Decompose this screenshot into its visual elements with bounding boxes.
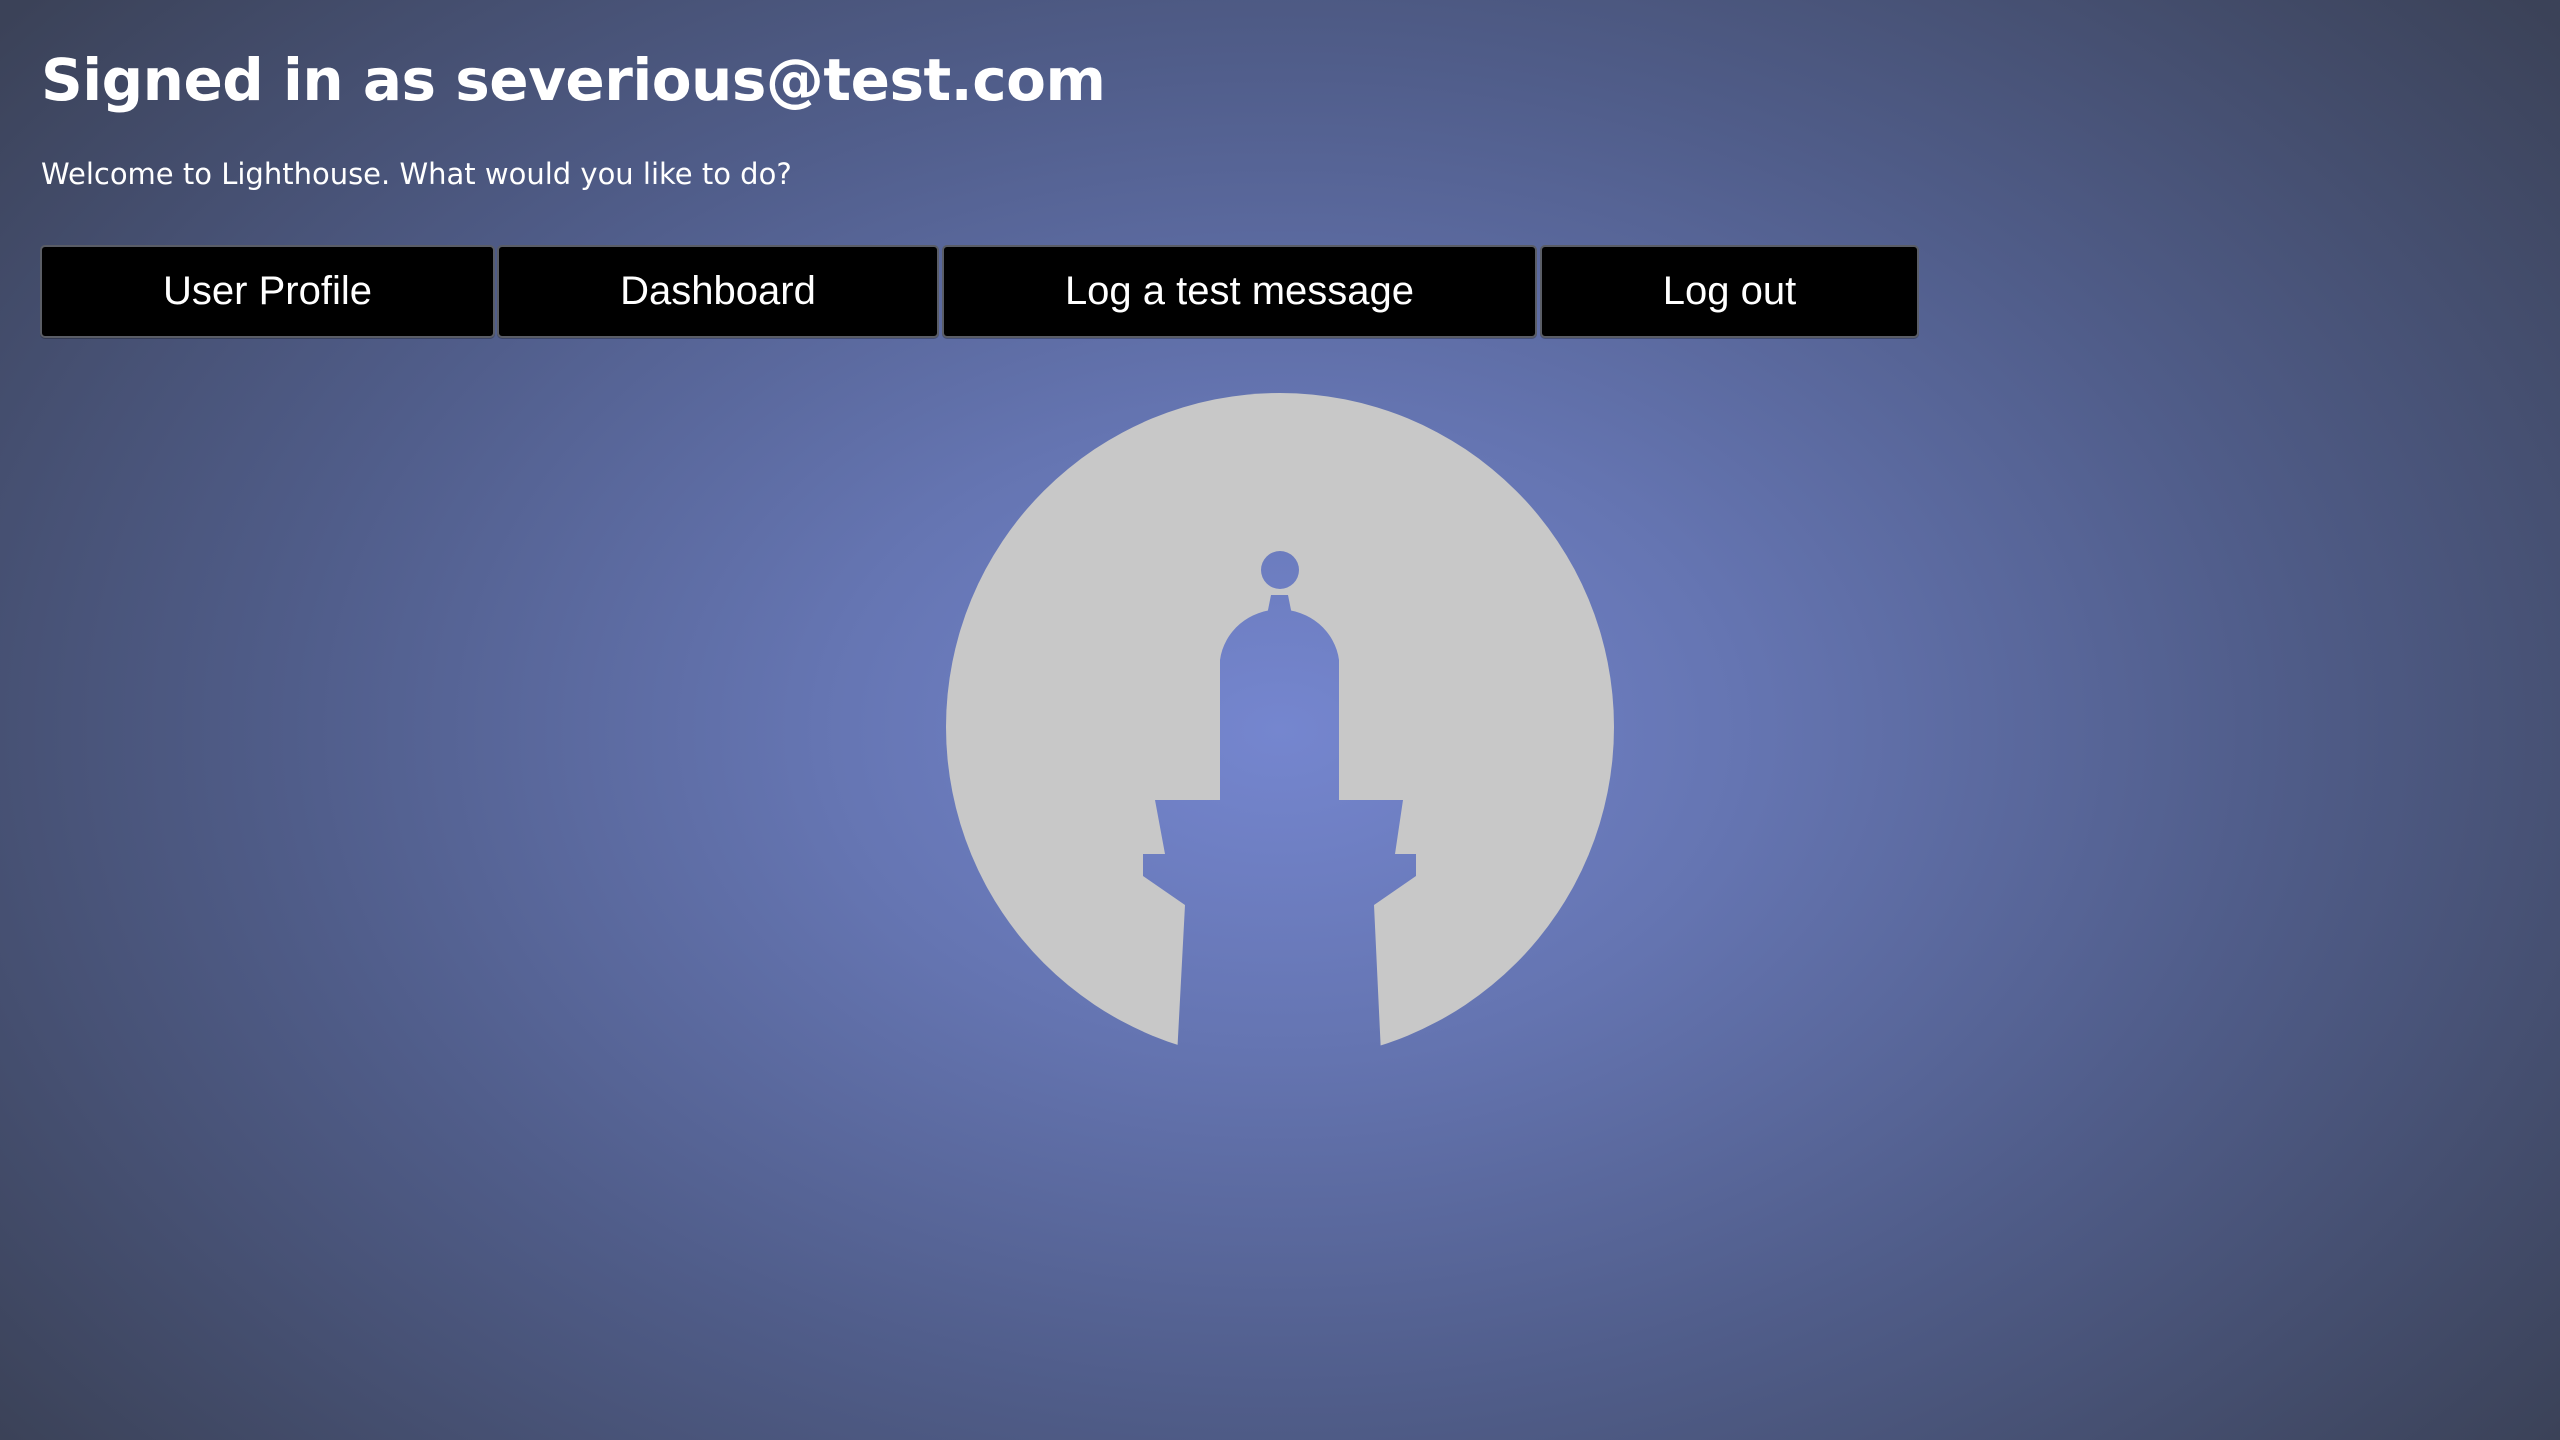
welcome-text: Welcome to Lighthouse. What would you li…: [41, 157, 792, 191]
lighthouse-logo-icon: [946, 393, 1614, 1061]
dashboard-button[interactable]: Dashboard: [497, 245, 939, 338]
logo-circle: [946, 393, 1614, 1061]
user-profile-button[interactable]: User Profile: [40, 245, 495, 338]
page-title: Signed in as severious@test.com: [41, 46, 1106, 114]
log-test-message-button[interactable]: Log a test message: [942, 245, 1537, 338]
page-body: { "header": { "title": "Signed in as sev…: [0, 0, 2560, 1440]
log-out-button[interactable]: Log out: [1540, 245, 1919, 338]
